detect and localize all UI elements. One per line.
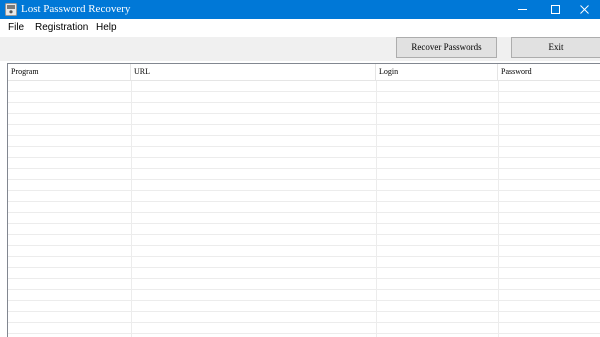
menu-bar: File Registration Help: [0, 19, 600, 37]
table-row[interactable]: [8, 190, 600, 191]
key-app-icon: [5, 3, 17, 16]
table-row[interactable]: [8, 256, 600, 257]
table-row[interactable]: [8, 102, 600, 103]
column-divider: [498, 81, 499, 337]
results-table[interactable]: Program URL Login Password: [7, 63, 600, 337]
table-row[interactable]: [8, 300, 600, 301]
minimize-icon: [518, 9, 527, 10]
table-row[interactable]: [8, 113, 600, 114]
menu-help[interactable]: Help: [96, 22, 117, 34]
maximize-icon: [551, 5, 560, 14]
maximize-button[interactable]: [540, 0, 570, 19]
menu-file[interactable]: File: [8, 22, 24, 34]
window-title: Lost Password Recovery: [21, 3, 131, 15]
table-row[interactable]: [8, 311, 600, 312]
recover-passwords-button[interactable]: Recover Passwords: [396, 37, 497, 58]
table-body: [8, 81, 600, 337]
table-row[interactable]: [8, 91, 600, 92]
close-icon: [580, 5, 589, 14]
table-row[interactable]: [8, 201, 600, 202]
close-button[interactable]: [570, 0, 600, 19]
table-row[interactable]: [8, 223, 600, 224]
table-row[interactable]: [8, 212, 600, 213]
column-divider: [376, 81, 377, 337]
table-row[interactable]: [8, 168, 600, 169]
table-row[interactable]: [8, 124, 600, 125]
table-row[interactable]: [8, 146, 600, 147]
exit-button[interactable]: Exit: [511, 37, 600, 58]
minimize-button[interactable]: [508, 0, 538, 19]
table-header: Program URL Login Password: [8, 64, 600, 81]
table-row[interactable]: [8, 289, 600, 290]
column-header-password[interactable]: Password: [498, 64, 600, 80]
menu-registration[interactable]: Registration: [35, 22, 88, 34]
table-row[interactable]: [8, 245, 600, 246]
toolbar: Recover Passwords Exit: [0, 37, 600, 61]
table-row[interactable]: [8, 267, 600, 268]
table-row[interactable]: [8, 322, 600, 323]
table-row[interactable]: [8, 135, 600, 136]
table-row[interactable]: [8, 179, 600, 180]
table-row[interactable]: [8, 157, 600, 158]
column-header-login[interactable]: Login: [376, 64, 498, 80]
title-bar[interactable]: Lost Password Recovery: [0, 0, 600, 19]
column-divider: [131, 81, 132, 337]
column-header-program[interactable]: Program: [8, 64, 131, 80]
table-row[interactable]: [8, 234, 600, 235]
column-header-url[interactable]: URL: [131, 64, 376, 80]
table-row[interactable]: [8, 278, 600, 279]
table-row[interactable]: [8, 333, 600, 334]
